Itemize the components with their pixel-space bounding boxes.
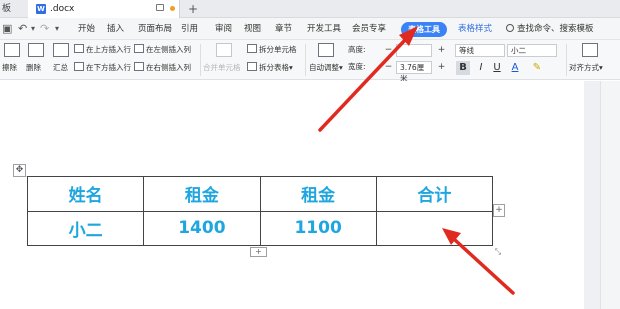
bold-button[interactable]: B (456, 61, 470, 75)
chevron-down-icon: ▾ (599, 63, 603, 72)
eraser-icon[interactable] (4, 43, 20, 57)
menu-chapter[interactable]: 章节 (275, 18, 292, 40)
header-cell-rent-1[interactable]: 租金 (143, 176, 261, 212)
height-label: 高度: (348, 45, 366, 54)
split-table-button[interactable]: 拆分表格▾ (247, 62, 293, 74)
highlight-button[interactable]: ✎ (530, 61, 544, 75)
menu-view[interactable]: 视图 (244, 18, 261, 40)
summary-icon[interactable] (53, 43, 69, 57)
menu-insert[interactable]: 插入 (107, 18, 124, 40)
autofit-icon[interactable] (318, 43, 334, 57)
autofit-label: 自动调整 (309, 63, 339, 72)
command-search[interactable]: 查找命令、搜索模板 (506, 18, 594, 40)
autofit-button[interactable]: 自动调整▾ (309, 62, 343, 74)
ribbon-divider (200, 44, 201, 76)
delete-table-icon[interactable] (28, 43, 44, 57)
chevron-down-icon: ▾ (339, 63, 343, 72)
align-label: 对齐方式 (569, 63, 599, 72)
table-row: 小二 1400 1100 (26, 210, 494, 246)
insert-row-below-label: 在下方插入行 (86, 63, 131, 72)
insert-col-left-button[interactable]: 在左侧插入列 (134, 44, 191, 56)
table-header-row: 姓名 租金 租金 合计 (26, 176, 494, 212)
menu-home[interactable]: 开始 (78, 18, 95, 40)
insert-col-left-icon (134, 44, 144, 53)
search-icon (506, 24, 514, 32)
underline-button[interactable]: U (490, 61, 504, 75)
header-cell-rent-2[interactable]: 租金 (259, 176, 377, 212)
word-doc-icon: W (36, 4, 46, 14)
undo-dropdown-icon[interactable]: ▾ (31, 22, 35, 36)
eraser-button[interactable]: 擦除 (2, 62, 17, 74)
new-tab-button[interactable]: + (188, 0, 198, 18)
width-label: 宽度: (348, 62, 366, 71)
menu-member[interactable]: 会员专享 (352, 18, 386, 40)
font-color-button[interactable]: A (508, 61, 522, 75)
monitor-icon[interactable] (156, 4, 164, 11)
width-input[interactable]: 3.76厘米 (396, 61, 432, 83)
insert-row-below-icon (74, 62, 84, 71)
insert-col-right-button[interactable]: 在右侧插入列 (134, 62, 191, 74)
unsaved-dot-icon (170, 6, 175, 11)
merge-cells-icon (216, 43, 232, 57)
insert-col-right-icon (134, 62, 144, 71)
header-cell-total[interactable]: 合计 (375, 176, 494, 212)
height-decrease-button[interactable]: − (382, 44, 395, 57)
insert-row-above-label: 在上方插入行 (86, 45, 131, 54)
cell-rent-1[interactable]: 1400 (143, 210, 261, 246)
menu-table-style[interactable]: 表格样式 (458, 18, 492, 40)
redo-icon[interactable]: ↷ (40, 22, 49, 36)
document-name: .docx (50, 4, 75, 14)
ribbon-divider (305, 44, 306, 76)
summary-button[interactable]: 汇总 (53, 62, 68, 74)
height-increase-button[interactable]: + (435, 44, 448, 57)
align-button[interactable]: 对齐方式▾ (569, 62, 603, 74)
cell-name[interactable]: 小二 (26, 210, 145, 246)
font-name-select[interactable]: 等线 (455, 44, 505, 57)
vertical-scrollbar[interactable] (600, 81, 620, 309)
merge-cells-button[interactable]: 合并单元格 (203, 62, 241, 74)
title-bar: 板 W .docx + (0, 0, 620, 18)
table-resize-handle-icon[interactable]: ⤡ (493, 247, 503, 257)
quick-access-more-icon[interactable]: ▾ (55, 22, 59, 36)
menu-references[interactable]: 引用 (181, 18, 198, 40)
split-table-icon (247, 62, 257, 71)
chevron-down-icon: ▾ (289, 63, 293, 72)
insert-col-right-label: 在右侧插入列 (146, 63, 191, 72)
align-icon[interactable] (582, 43, 598, 57)
delete-button[interactable]: 删除 (26, 62, 41, 74)
tab-previous[interactable]: 板 (0, 0, 26, 18)
width-increase-button[interactable]: + (435, 61, 448, 74)
menu-review[interactable]: 审阅 (215, 18, 232, 40)
header-cell-name[interactable]: 姓名 (26, 176, 145, 212)
insert-row-below-button[interactable]: 在下方插入行 (74, 62, 131, 74)
split-cells-icon (247, 44, 257, 53)
menu-table-tools[interactable]: 表格工具 (401, 22, 447, 37)
menu-page-layout[interactable]: 页面布局 (138, 18, 172, 40)
italic-button[interactable]: I (474, 61, 488, 75)
cell-total[interactable] (375, 210, 494, 246)
menu-bar: ▣ ↶ ▾ ↷ ▾ 开始 插入 页面布局 引用 审阅 视图 章节 开发工具 会员… (0, 18, 620, 40)
split-cells-button[interactable]: 拆分单元格 (247, 44, 297, 56)
insert-row-above-icon (74, 44, 84, 53)
rent-table: 姓名 租金 租金 合计 小二 1400 1100 (26, 176, 494, 246)
undo-icon[interactable]: ↶ (18, 22, 27, 36)
insert-row-above-button[interactable]: 在上方插入行 (74, 44, 131, 56)
insert-col-left-label: 在左侧插入列 (146, 45, 191, 54)
menu-developer[interactable]: 开发工具 (307, 18, 341, 40)
search-label: 查找命令、搜索模板 (517, 24, 594, 34)
ribbon-table-tools: 擦除 删除 汇总 在上方插入行 在下方插入行 在左侧插入列 在右侧插入列 合并单… (0, 40, 620, 83)
width-decrease-button[interactable]: − (382, 61, 395, 74)
cell-rent-2[interactable]: 1100 (259, 210, 377, 246)
split-table-label: 拆分表格 (259, 63, 289, 72)
height-input[interactable] (396, 44, 432, 57)
table-move-handle-icon[interactable]: ✥ (13, 164, 26, 177)
split-cells-label: 拆分单元格 (259, 45, 297, 54)
font-size-select[interactable]: 小二 (507, 44, 557, 57)
ribbon-divider (566, 44, 567, 76)
save-icon[interactable]: ▣ (2, 22, 12, 36)
add-row-button[interactable]: + (250, 247, 267, 257)
add-column-button[interactable]: + (493, 204, 505, 217)
